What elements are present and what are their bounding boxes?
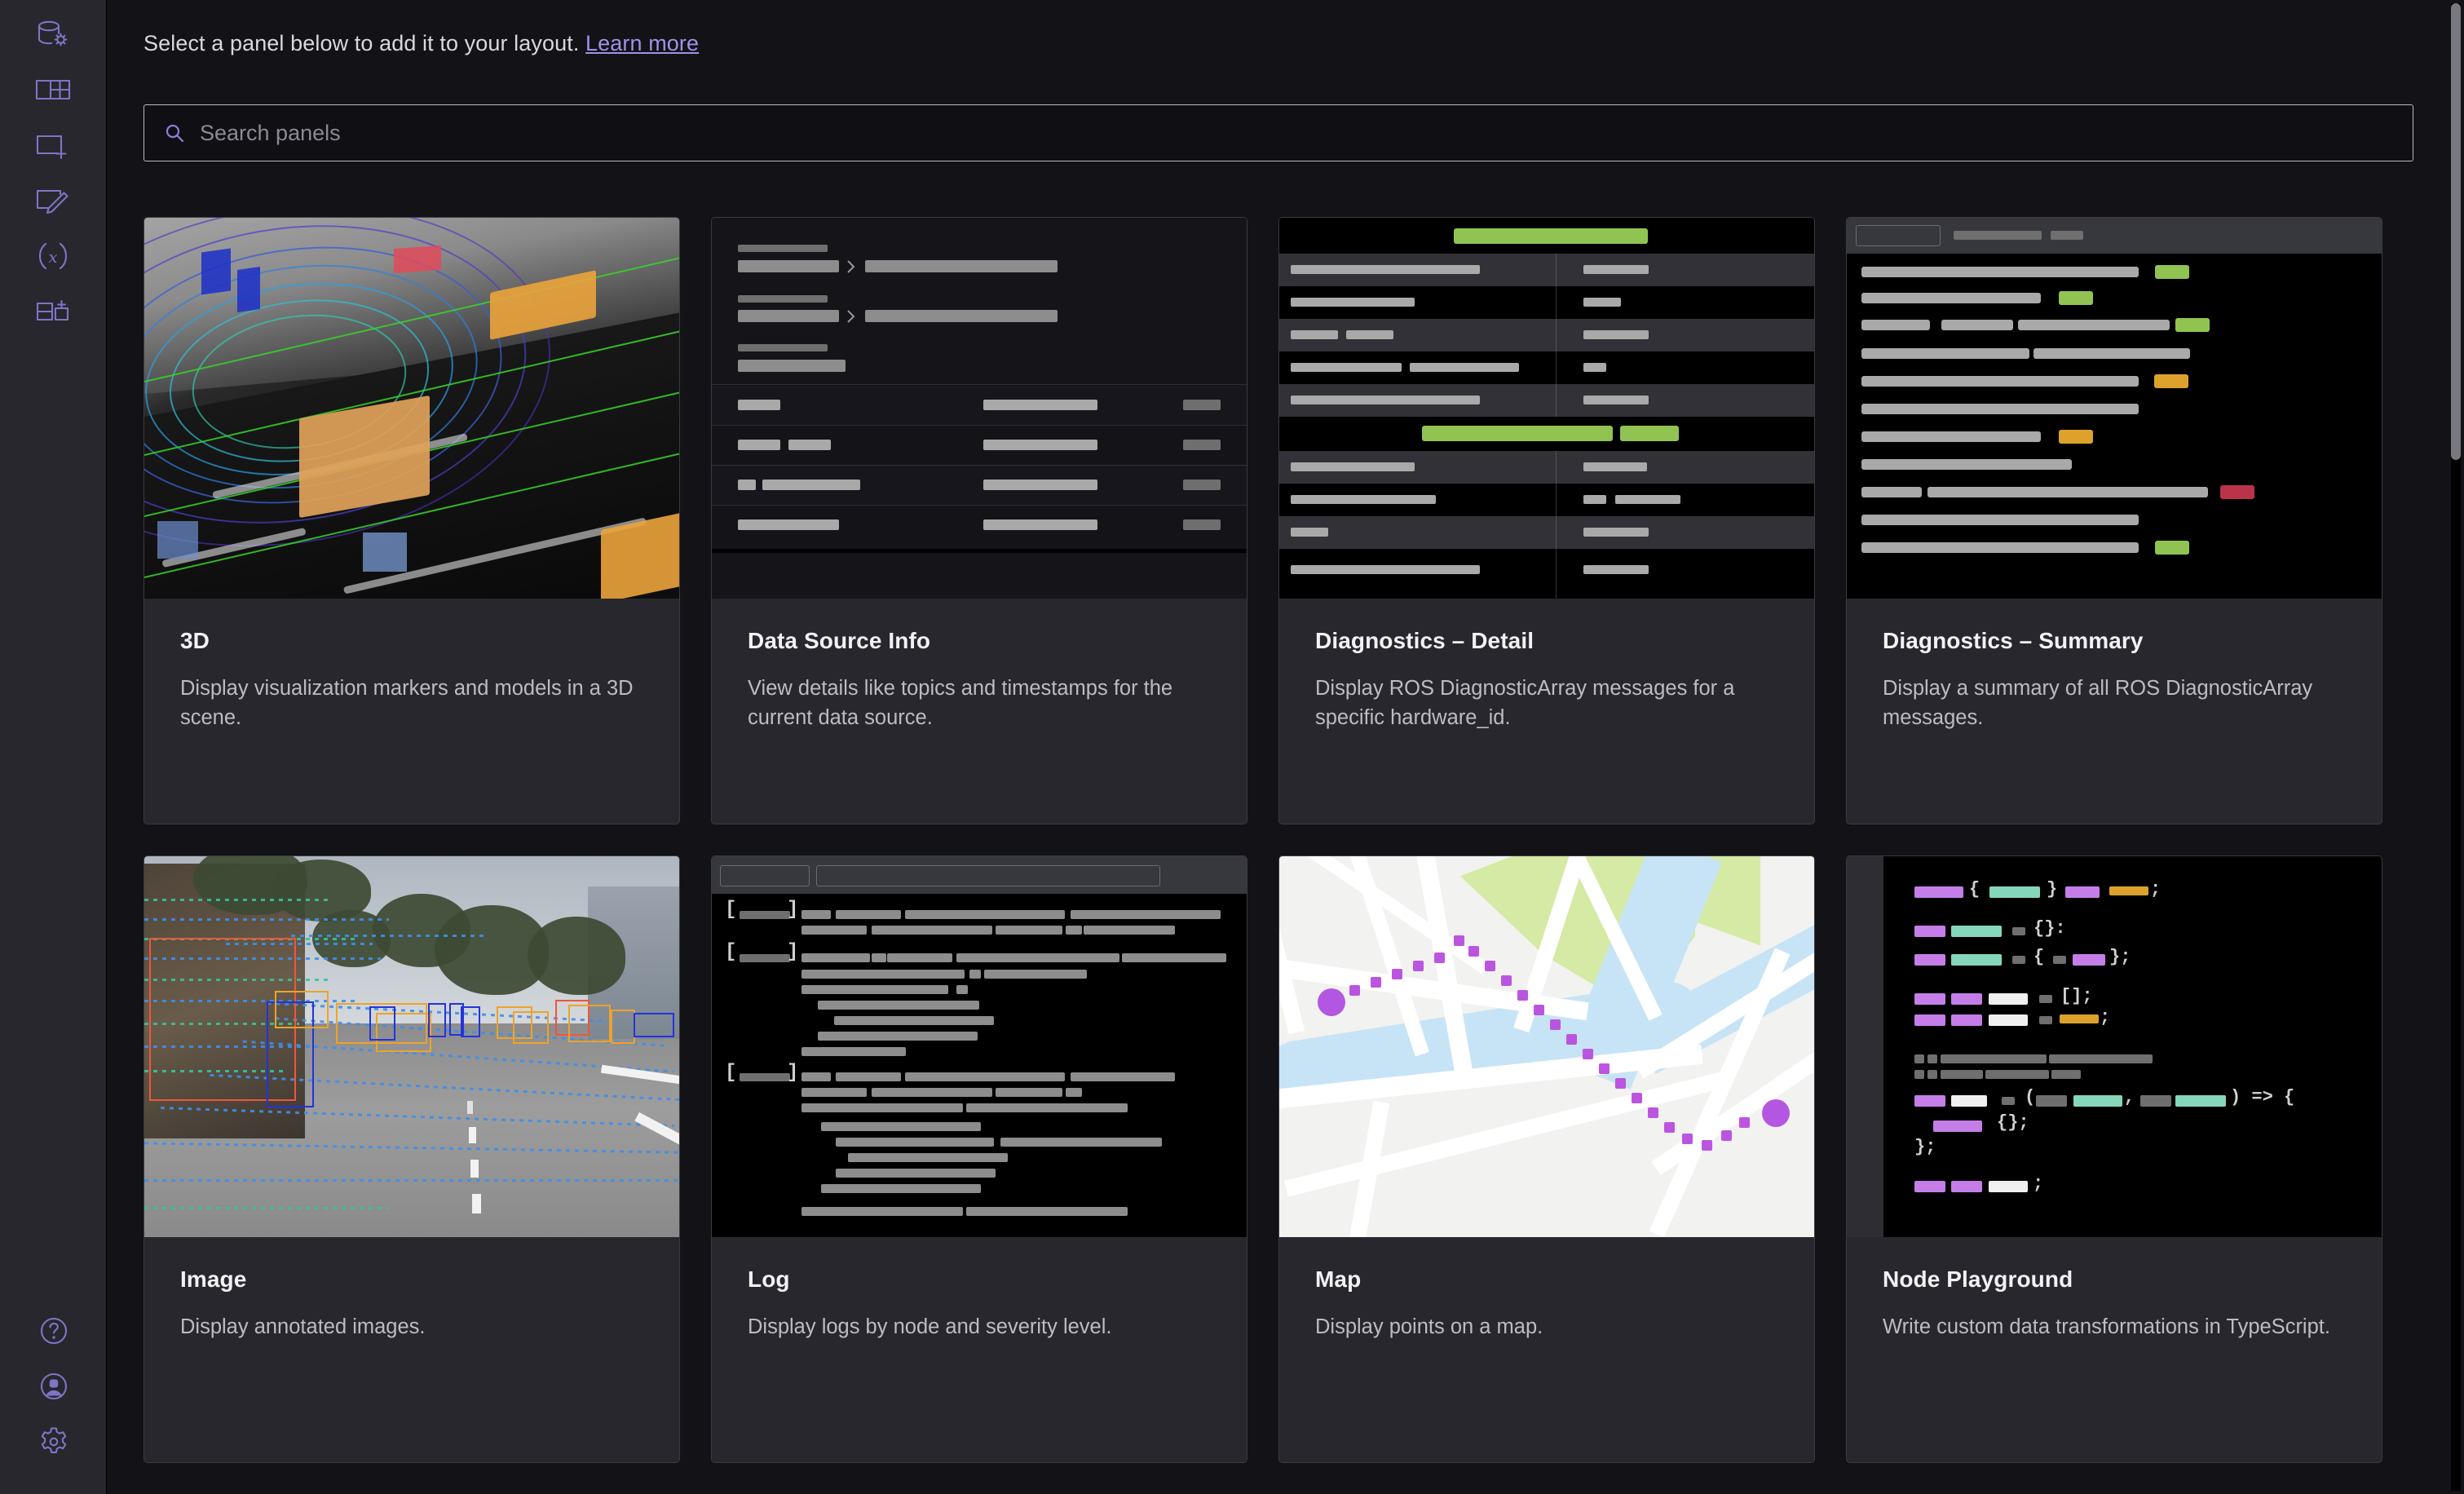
- panel-card-node-playground[interactable]: { } ; {}: { }; []; ; (,) => {{};}; ;…: [1846, 855, 2382, 1463]
- sidebar-item-layouts[interactable]: [0, 62, 107, 117]
- panel-grid: 3D Display visualization markers and mod…: [144, 217, 2418, 1494]
- panel-title: Image: [180, 1266, 247, 1292]
- panel-thumbnail-diagnostics-detail: [1279, 218, 1814, 599]
- panel-thumbnail-log: [ ] [ ] []: [712, 856, 1247, 1237]
- panel-card-text: 3D Display visualization markers and mod…: [144, 599, 679, 732]
- panel-title: Data Source Info: [748, 628, 931, 653]
- panel-card-text: Log Display logs by node and severity le…: [712, 1237, 1247, 1342]
- panel-card-data-source-info[interactable]: Data Source Info View details like topic…: [711, 217, 1247, 824]
- panel-card-diagnostics-summary[interactable]: Diagnostics – Summary Display a summary …: [1846, 217, 2382, 824]
- panel-description: Display points on a map.: [1315, 1315, 1543, 1338]
- settings-gear-icon: [35, 1423, 73, 1461]
- account-icon: [35, 1368, 73, 1405]
- sidebar-item-data-source[interactable]: [0, 7, 107, 62]
- panel-thumbnail-diagnostics-summary: [1847, 218, 2382, 599]
- left-sidebar: x: [0, 0, 107, 1494]
- sidebar-item-variables[interactable]: x: [0, 228, 107, 284]
- panel-thumbnail-data-source-info: [712, 218, 1247, 599]
- panel-description: Display a summary of all ROS DiagnosticA…: [1883, 677, 2313, 730]
- sidebar-item-panel-settings[interactable]: [0, 173, 107, 228]
- sidebar-top-group: x: [0, 0, 107, 339]
- panel-title: Log: [748, 1266, 790, 1292]
- panel-catalog: Select a panel below to add it to your l…: [108, 0, 2451, 1494]
- sidebar-bottom-group: [0, 1303, 107, 1470]
- panel-title: Map: [1315, 1266, 1362, 1292]
- variables-icon: x: [34, 237, 72, 275]
- panel-card-image[interactable]: Image Display annotated images.: [144, 855, 680, 1463]
- panel-card-text: Image Display annotated images.: [144, 1237, 679, 1342]
- sidebar-item-extensions[interactable]: [0, 284, 107, 339]
- panel-card-3d[interactable]: 3D Display visualization markers and mod…: [144, 217, 680, 824]
- panel-description: View details like topics and timestamps …: [748, 677, 1173, 730]
- add-panel-icon: [34, 126, 72, 164]
- panel-title: Node Playground: [1883, 1266, 2073, 1292]
- help-icon: [35, 1312, 73, 1350]
- panel-thumbnail-3d: [144, 218, 679, 599]
- panel-card-text: Map Display points on a map.: [1279, 1237, 1814, 1342]
- panel-description: Display visualization markers and models…: [180, 677, 634, 730]
- panel-card-map[interactable]: Map Display points on a map.: [1278, 855, 1815, 1463]
- panel-thumbnail-node-playground: { } ; {}: { }; []; ; (,) => {{};}; ;: [1847, 856, 2382, 1237]
- panel-description: Display logs by node and severity level.: [748, 1315, 1112, 1338]
- layouts-icon: [34, 71, 72, 108]
- panel-card-diagnostics-detail[interactable]: Diagnostics – Detail Display ROS Diagnos…: [1278, 217, 1815, 824]
- sidebar-item-settings[interactable]: [0, 1414, 107, 1470]
- panel-settings-icon: [34, 182, 72, 219]
- panel-description: Write custom data transformations in Typ…: [1883, 1315, 2330, 1338]
- extensions-icon: [34, 293, 72, 330]
- panel-description: Display ROS DiagnosticArray messages for…: [1315, 677, 1735, 730]
- svg-text:x: x: [48, 247, 57, 267]
- sidebar-item-help[interactable]: [0, 1303, 107, 1359]
- panel-title: Diagnostics – Detail: [1315, 628, 1534, 653]
- prompt-text: Select a panel below to add it to your l…: [144, 31, 580, 55]
- panel-card-text: Diagnostics – Summary Display a summary …: [1847, 599, 2382, 732]
- panel-thumbnail-image: [144, 856, 679, 1237]
- sidebar-item-add-panel[interactable]: [0, 117, 107, 173]
- data-source-icon: [34, 15, 72, 53]
- panel-card-text: Node Playground Write custom data transf…: [1847, 1237, 2382, 1342]
- learn-more-link[interactable]: Learn more: [585, 31, 699, 55]
- search-icon: [164, 122, 185, 144]
- panel-description: Display annotated images.: [180, 1315, 426, 1338]
- panel-card-log[interactable]: [ ] [ ] [] Log Display logs by node and…: [711, 855, 1247, 1463]
- panel-card-text: Diagnostics – Detail Display ROS Diagnos…: [1279, 599, 1814, 732]
- vertical-scrollbar-thumb[interactable]: [2451, 3, 2461, 460]
- panel-title: 3D: [180, 628, 210, 653]
- search-input[interactable]: [200, 120, 2393, 146]
- search-panels-field[interactable]: [144, 104, 2413, 161]
- panel-card-text: Data Source Info View details like topic…: [712, 599, 1247, 732]
- sidebar-item-account[interactable]: [0, 1359, 107, 1414]
- panel-title: Diagnostics – Summary: [1883, 628, 2144, 653]
- panel-thumbnail-map: [1279, 856, 1814, 1237]
- catalog-prompt: Select a panel below to add it to your l…: [144, 31, 699, 56]
